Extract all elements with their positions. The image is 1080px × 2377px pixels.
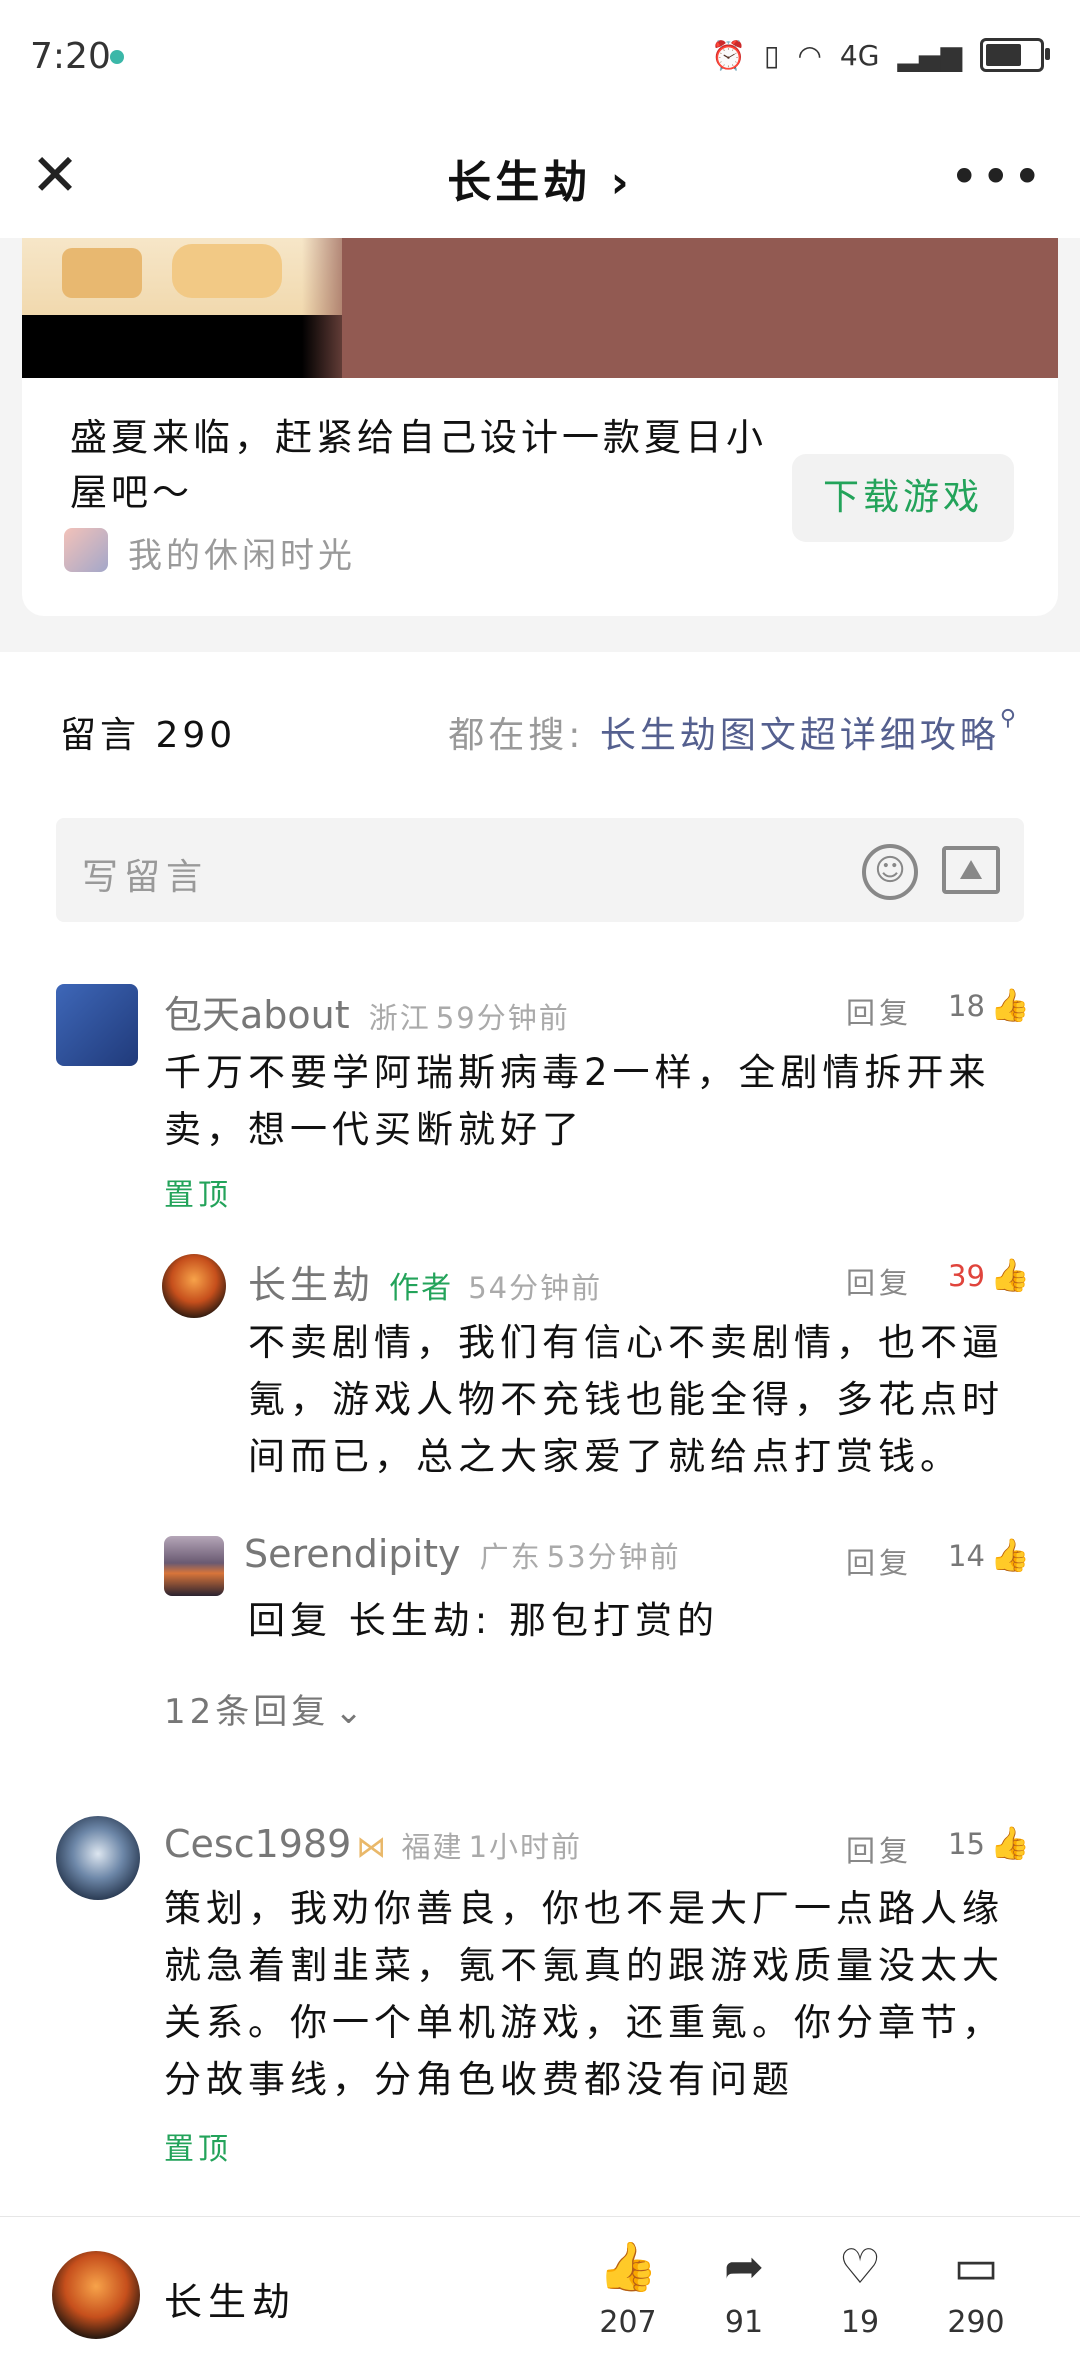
status-bar: 7:20 ⏰ ▯ ◠ 4G ▂▄▆ (0, 0, 1080, 120)
account-name[interactable]: 我的休闲时光 (128, 528, 356, 577)
bottom-action-bar: 长生劫 👍 207 ➦ 91 ♡ 19 ▭ 290 (0, 2216, 1080, 2377)
favorite-count: 19 (840, 2305, 880, 2340)
battery-icon (980, 38, 1050, 72)
download-game-button[interactable]: 下载游戏 (792, 454, 1014, 542)
pinned-badge: 置顶 (164, 1178, 232, 1213)
like-count: 15 (948, 1827, 985, 1861)
search-link[interactable]: 长生劫图文超详细攻略 (600, 715, 1000, 756)
author-badge: 作者 (389, 1271, 454, 1306)
share-icon: ➦ (723, 2239, 765, 2295)
reply-button[interactable]: 回复 (846, 1540, 912, 1582)
reply-time: 53分钟前 (546, 1540, 681, 1574)
reply-location: 广东 (479, 1540, 542, 1574)
comment-location: 浙江 (368, 1001, 431, 1035)
comment-username[interactable]: Cesc1989 (164, 1822, 351, 1866)
like-button[interactable]: 14 👍 (948, 1536, 1030, 1574)
search-prefix: 都在搜: (448, 715, 585, 756)
page-title[interactable]: 长生劫 › (0, 146, 1080, 210)
avatar[interactable] (56, 984, 138, 1066)
vibrate-icon: ▯ (764, 38, 780, 72)
avatar[interactable] (162, 1254, 226, 1318)
reply-button[interactable]: 回复 (846, 1828, 912, 1870)
thumbs-up-icon: 👍 (990, 1824, 1030, 1862)
comments-count-title: 留言 290 (60, 715, 237, 756)
pinned-badge: 置顶 (164, 2132, 232, 2167)
comment-time: 1小时前 (468, 1830, 583, 1864)
like-count: 18 (948, 989, 985, 1023)
more-replies-button[interactable]: 12条回复 ⌄ (164, 1684, 367, 1733)
comment-time: 59分钟前 (435, 1001, 570, 1035)
reply-button[interactable]: 回复 (846, 1260, 912, 1302)
thumbs-up-icon: 👍 (990, 1256, 1030, 1294)
card-description: 盛夏来临，赶紧给自己设计一款夏日小屋吧～ (70, 416, 767, 514)
network-label: 4G (839, 38, 880, 72)
share-button[interactable]: ➦ 91 (694, 2237, 794, 2340)
write-comment-input[interactable]: 写留言 ☺ ⛰ (56, 818, 1024, 922)
avatar[interactable] (56, 1816, 140, 1900)
reply-button[interactable]: 回复 (846, 990, 912, 1032)
comment-icon: ▭ (953, 2239, 999, 2295)
alarm-icon: ⏰ (711, 38, 747, 72)
emoji-icon[interactable]: ☺ (862, 844, 918, 900)
share-count: 91 (724, 2305, 764, 2340)
signal-icon: ▂▄▆ (897, 38, 962, 72)
thumbs-up-icon: 👍 (990, 986, 1030, 1024)
heart-icon: ♡ (838, 2239, 882, 2295)
verified-badge-icon: ⋈ (356, 1830, 387, 1865)
reply-text: 回复 长生劫: 那包打赏的 (248, 1599, 719, 1642)
like-article-count: 207 (599, 2305, 657, 2340)
comment-button[interactable]: ▭ 290 (926, 2237, 1026, 2340)
comment-header: Cesc1989 ⋈ 福建 1小时前 (164, 1822, 582, 1866)
avatar[interactable] (164, 1536, 224, 1596)
status-time: 7:20 (30, 36, 111, 77)
reply-header: 长生劫 作者 54分钟前 (248, 1254, 602, 1309)
top-nav: ✕ 长生劫 › ••• (0, 120, 1080, 239)
comment-username[interactable]: 包天about (164, 993, 350, 1037)
reply-username[interactable]: Serendipity (244, 1532, 461, 1576)
banner-fade (302, 238, 362, 378)
account-name[interactable]: 长生劫 (164, 2271, 296, 2326)
comment-text: 策划，我劝你善良，你也不是大厂一点路人缘就急着割韭菜，氪不氪真的跟游戏质量没太大… (164, 1887, 1004, 2101)
favorite-button[interactable]: ♡ 19 (810, 2237, 910, 2340)
banner-decoration (172, 244, 282, 298)
chevron-down-icon: ⌄ (334, 1692, 367, 1732)
wifi-icon: ◠ (797, 38, 822, 72)
comment-location: 福建 (401, 1830, 464, 1864)
banner-color-block (342, 238, 1058, 378)
like-button[interactable]: 39 👍 (948, 1256, 1030, 1294)
like-article-button[interactable]: 👍 207 (578, 2237, 678, 2340)
like-count: 14 (948, 1539, 985, 1573)
notification-dot-icon (110, 50, 124, 64)
status-icons: ⏰ ▯ ◠ 4G ▂▄▆ (711, 38, 1050, 72)
comment-count: 290 (947, 2305, 1005, 2340)
comment-header: 包天about 浙江 59分钟前 (164, 984, 570, 1039)
like-button[interactable]: 15 👍 (948, 1824, 1030, 1862)
reply-time: 54分钟前 (468, 1271, 603, 1305)
image-icon[interactable]: ⛰ (942, 846, 1000, 894)
more-icon[interactable]: ••• (950, 148, 1044, 206)
account-avatar (64, 528, 108, 572)
reply-header: Serendipity 广东 53分钟前 (244, 1532, 681, 1576)
write-comment-placeholder: 写留言 (82, 857, 209, 898)
thumbs-up-icon: 👍 (598, 2239, 658, 2295)
like-count: 39 (948, 1259, 985, 1293)
search-icon: ⚲ (999, 706, 1020, 731)
reply-text: 不卖剧情，我们有信心不卖剧情，也不逼氪，游戏人物不充钱也能全得，多花点时间而已，… (248, 1321, 1004, 1478)
reply-username[interactable]: 长生劫 (248, 1263, 374, 1307)
game-card[interactable]: 盛夏来临，赶紧给自己设计一款夏日小屋吧～ 我的休闲时光 下载游戏 (22, 238, 1058, 616)
thumbs-up-icon: 👍 (990, 1536, 1030, 1574)
more-replies-label: 12条回复 (164, 1692, 330, 1732)
like-button[interactable]: 18 👍 (948, 986, 1030, 1024)
account-avatar[interactable] (52, 2251, 140, 2339)
search-hint[interactable]: 都在搜: 长生劫图文超详细攻略⚲ (448, 706, 1020, 758)
comment-text: 千万不要学阿瑞斯病毒2一样，全剧情拆开来卖，想一代买断就好了 (164, 1051, 991, 1151)
banner-decoration (62, 248, 142, 298)
